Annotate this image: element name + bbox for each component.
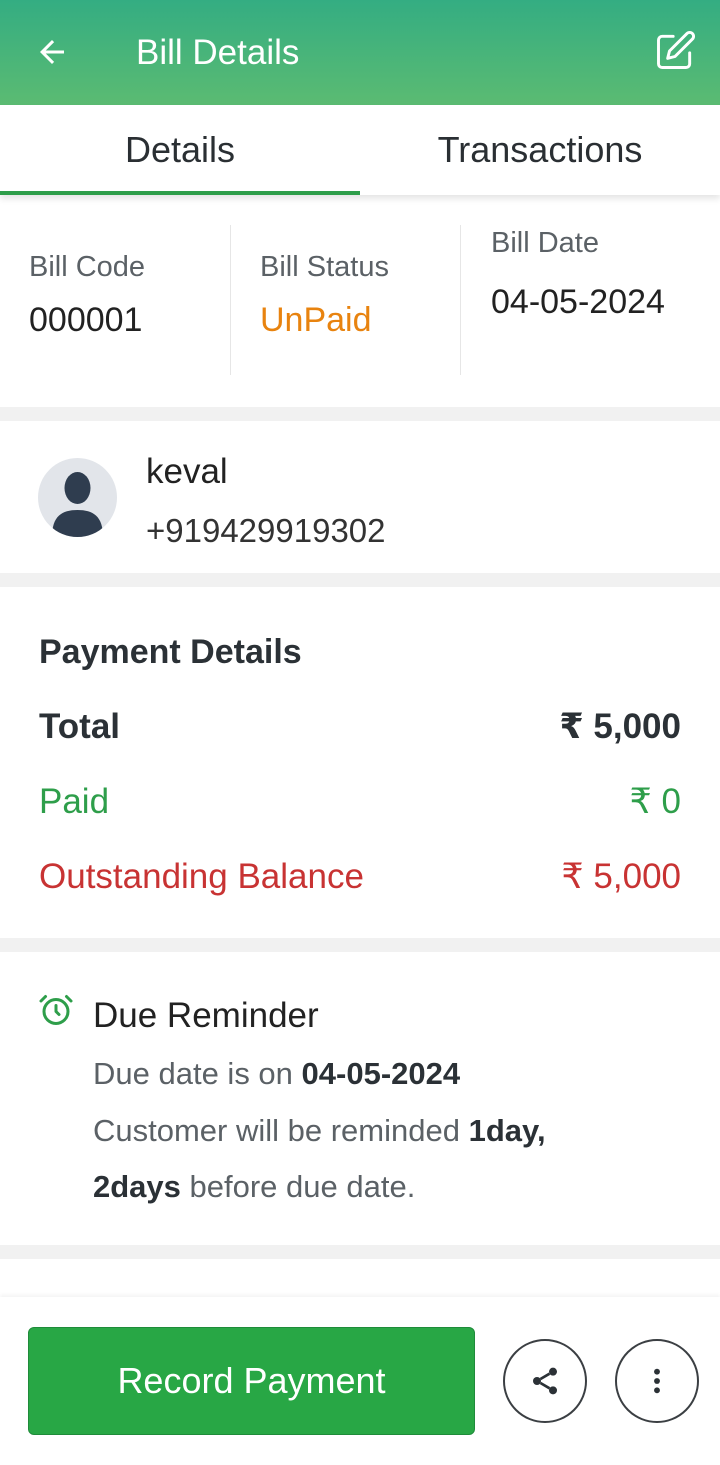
edit-button[interactable] (652, 28, 698, 74)
back-button[interactable] (30, 30, 74, 74)
total-row: Total ₹ 5,000 (39, 706, 681, 748)
reminder-day2: 2days (93, 1169, 181, 1204)
payment-details-section: Payment Details Total ₹ 5,000 Paid ₹ 0 O… (0, 587, 720, 938)
paid-value: ₹ 0 (629, 782, 681, 821)
outstanding-value: ₹ 5,000 (561, 857, 681, 896)
reminder-text-line1: Customer will be reminded 1day, (93, 1111, 693, 1151)
customer-card[interactable]: keval +919429919302 (0, 421, 720, 573)
avatar (38, 458, 117, 537)
reminder-text-line2: 2days before due date. (93, 1167, 693, 1207)
due-reminder-title: Due Reminder (93, 996, 319, 1035)
section-divider (0, 938, 720, 952)
bill-details-screen: Bill Details Details Transactions Bill C… (0, 0, 720, 1465)
due-reminder-section: Due Reminder Due date is on 04-05-2024 C… (0, 952, 720, 1245)
arrow-left-icon (40, 40, 64, 64)
more-vertical-icon (654, 1368, 660, 1394)
bill-info-section: Bill Code 000001 Bill Status UnPaid Bill… (0, 195, 720, 407)
record-payment-button[interactable]: Record Payment (28, 1327, 475, 1435)
due-date-prefix: Due date is on (93, 1056, 302, 1091)
bill-status-label: Bill Status (260, 251, 389, 283)
edit-icon (657, 31, 695, 69)
bill-date-block: Bill Date 04-05-2024 (460, 225, 720, 375)
bill-code-block: Bill Code 000001 (0, 225, 230, 375)
alarm-clock-icon (39, 995, 73, 1025)
user-silhouette-icon (52, 472, 103, 537)
outstanding-row: Outstanding Balance ₹ 5,000 (39, 856, 681, 898)
due-date-value: 04-05-2024 (301, 1056, 461, 1091)
bill-code-label: Bill Code (29, 251, 146, 283)
total-label: Total (39, 707, 121, 746)
bill-date-label: Bill Date (491, 227, 599, 259)
share-button[interactable] (503, 1339, 587, 1423)
tab-bar: Details Transactions (0, 105, 720, 195)
section-divider (0, 1245, 720, 1259)
action-footer: Record Payment (0, 1297, 720, 1465)
section-divider (0, 573, 720, 587)
reminder-suffix: before due date. (180, 1169, 416, 1204)
bill-date-value: 04-05-2024 (491, 283, 665, 321)
customer-phone: +919429919302 (146, 512, 386, 549)
app-header: Bill Details (0, 0, 720, 105)
paid-row: Paid ₹ 0 (39, 781, 681, 823)
total-value: ₹ 5,000 (559, 707, 681, 746)
bill-status-block: Bill Status UnPaid (230, 225, 460, 375)
reminder-prefix: Customer will be reminded (93, 1113, 469, 1148)
payment-details-title: Payment Details (39, 633, 302, 671)
tab-transactions[interactable]: Transactions (360, 105, 720, 195)
bill-code-value: 000001 (29, 301, 143, 339)
reminder-day1: 1day, (468, 1113, 546, 1148)
due-date-text: Due date is on 04-05-2024 (93, 1054, 693, 1094)
paid-label: Paid (39, 782, 110, 821)
section-divider (0, 407, 720, 421)
page-title: Bill Details (136, 33, 300, 72)
bill-status-value: UnPaid (260, 301, 372, 339)
tab-details[interactable]: Details (0, 105, 360, 195)
outstanding-label: Outstanding Balance (39, 857, 364, 896)
share-icon (533, 1367, 557, 1395)
more-options-button[interactable] (615, 1339, 699, 1423)
customer-name: keval (146, 452, 228, 491)
